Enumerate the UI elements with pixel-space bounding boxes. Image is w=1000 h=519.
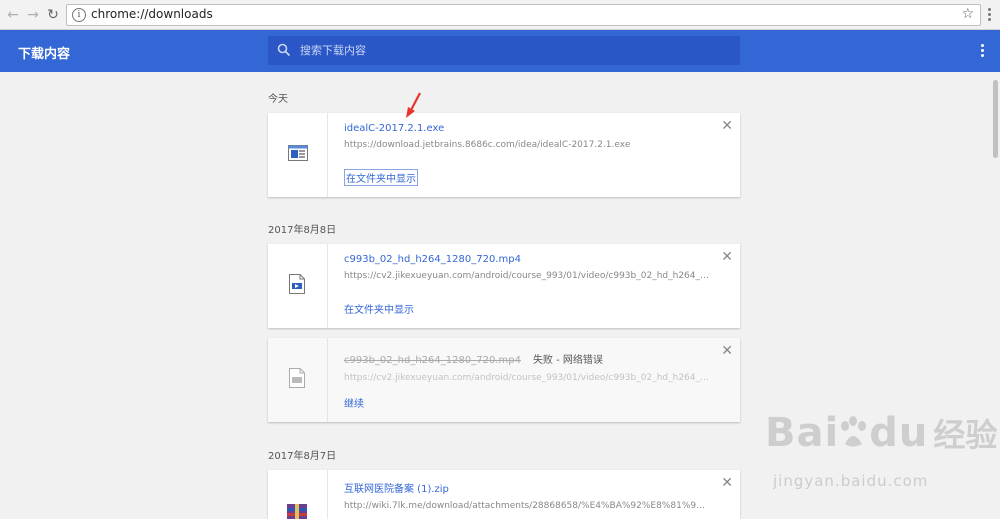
file-name-link[interactable]: c993b_02_hd_h264_1280_720.mp4: [344, 355, 521, 366]
annotation-arrow-icon: [406, 92, 421, 118]
browser-toolbar: ← → ↻ i chrome://downloads ☆: [0, 0, 1000, 30]
file-name-link[interactable]: 互联网医院备案 (1).zip: [344, 480, 714, 495]
video-file-icon: [289, 274, 305, 294]
status-text: 失败 - 网络错误: [532, 355, 603, 366]
address-bar[interactable]: i chrome://downloads ☆: [66, 4, 981, 26]
archive-file-icon: [287, 504, 307, 519]
page-title: 下载内容: [18, 47, 71, 62]
file-icon: [289, 368, 305, 388]
file-name-link[interactable]: idealC-2017.2.1.exe: [344, 123, 714, 134]
file-url[interactable]: https://cv2.jikexueyuan.com/android/cour…: [344, 271, 709, 281]
show-in-folder-link[interactable]: 在文件夹中显示: [344, 169, 418, 186]
baidu-watermark: Bai du 经验 jingyan.baidu.com: [765, 410, 998, 490]
more-options-icon[interactable]: [981, 44, 985, 59]
date-heading: 2017年8月8日: [268, 225, 337, 236]
file-url[interactable]: https://download.jetbrains.8686c.com/ide…: [344, 140, 709, 150]
bookmark-star-icon[interactable]: ☆: [961, 6, 974, 22]
remove-close-icon[interactable]: ✕: [721, 119, 733, 133]
search-input[interactable]: [300, 41, 720, 60]
exe-file-icon: [288, 145, 308, 161]
remove-close-icon[interactable]: ✕: [721, 476, 733, 490]
scrollbar-thumb[interactable]: [993, 80, 998, 158]
download-item: idealC-2017.2.1.exe https://download.jet…: [268, 113, 740, 197]
back-arrow-icon[interactable]: ←: [4, 6, 22, 24]
download-item: c993b_02_hd_h264_1280_720.mp4 https://cv…: [268, 244, 740, 328]
search-box[interactable]: [268, 36, 740, 65]
remove-close-icon[interactable]: ✕: [721, 344, 733, 358]
download-item-failed: c993b_02_hd_h264_1280_720.mp4 失败 - 网络错误 h…: [268, 338, 740, 422]
date-heading: 今天: [268, 94, 288, 105]
show-in-folder-link[interactable]: 在文件夹中显示: [344, 301, 414, 316]
info-icon[interactable]: i: [72, 8, 86, 22]
file-name-link[interactable]: c993b_02_hd_h264_1280_720.mp4: [344, 254, 714, 265]
file-url[interactable]: https://cv2.jikexueyuan.com/android/cour…: [344, 373, 709, 383]
date-heading: 2017年8月7日: [268, 451, 337, 462]
resume-link[interactable]: 继续: [344, 395, 364, 410]
browser-menu-icon[interactable]: [988, 8, 992, 22]
paw-logo-icon: [841, 416, 867, 447]
reload-icon[interactable]: ↻: [44, 6, 62, 24]
file-url[interactable]: http://wiki.7lk.me/download/attachments/…: [344, 501, 709, 511]
downloads-header: 下载内容: [0, 30, 1000, 72]
remove-close-icon[interactable]: ✕: [721, 250, 733, 264]
url-text[interactable]: chrome://downloads: [91, 7, 213, 21]
download-item: 互联网医院备案 (1).zip http://wiki.7lk.me/downl…: [268, 470, 740, 519]
forward-arrow-icon[interactable]: →: [24, 6, 42, 24]
search-icon: [277, 43, 291, 57]
